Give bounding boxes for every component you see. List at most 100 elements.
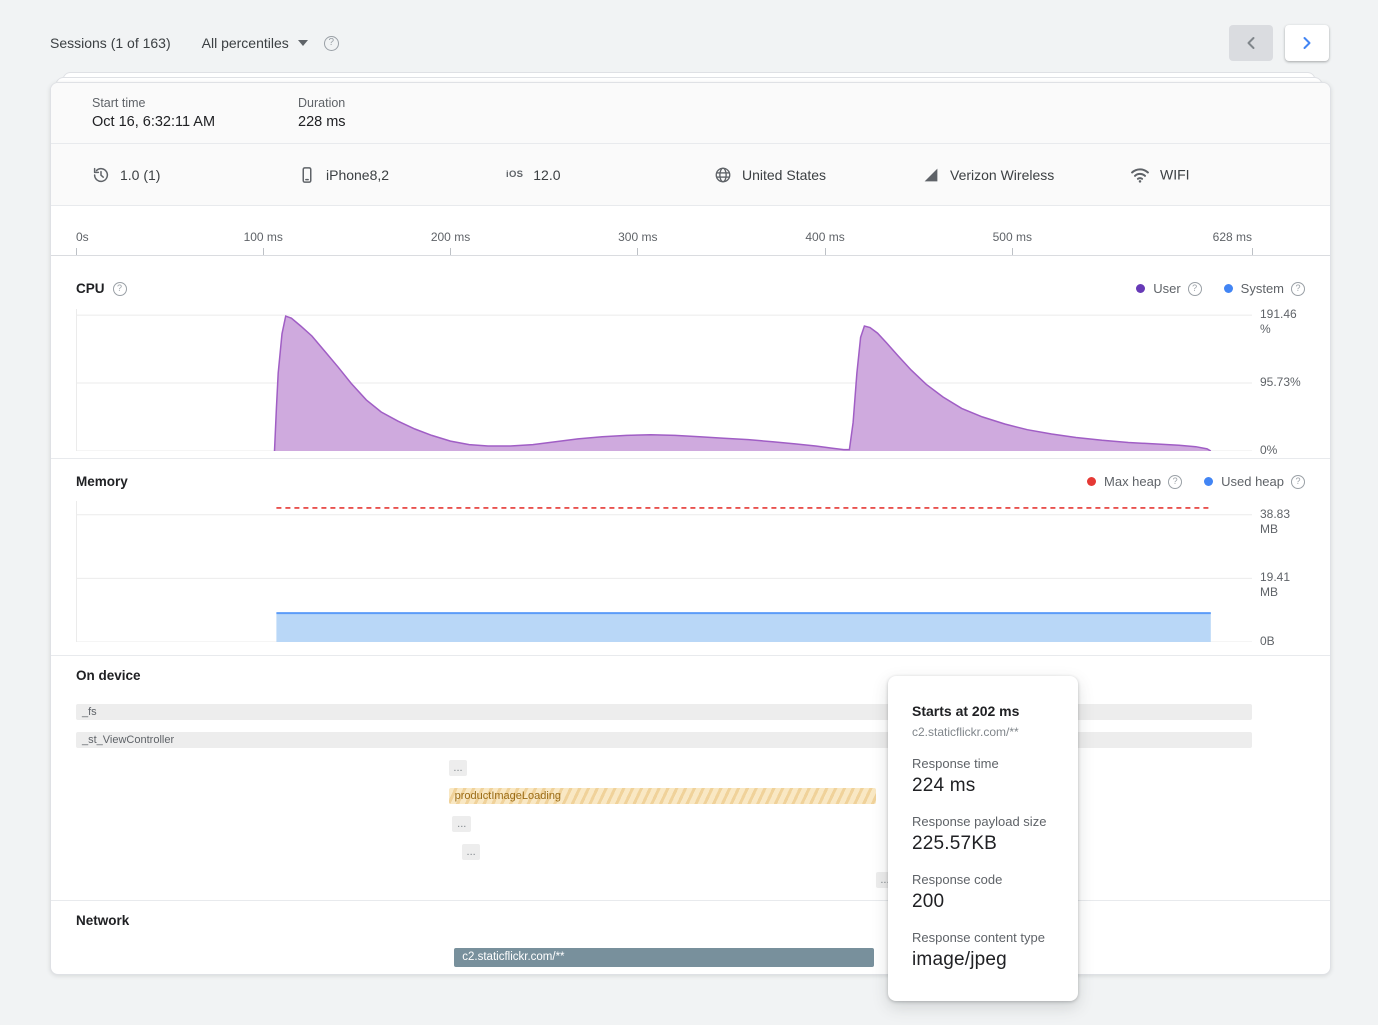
timeline-tick-label: 500 ms: [993, 230, 1032, 244]
memory-chart[interactable]: [76, 501, 1252, 642]
system-legend-dot: [1224, 284, 1233, 293]
timeline-tick-mark: [825, 248, 826, 255]
chevron-right-icon: [1297, 33, 1317, 53]
device-model-label: iPhone8,2: [326, 167, 389, 183]
y-axis-label: 191.46 %: [1260, 307, 1304, 337]
max-heap-legend-dot: [1087, 477, 1096, 486]
connection-label: WIFI: [1160, 167, 1190, 183]
start-time-block: Start time Oct 16, 6:32:11 AM: [92, 96, 215, 130]
carrier-label: Verizon Wireless: [950, 167, 1054, 183]
cpu-legend: User ? System ?: [1136, 281, 1305, 296]
tooltip-row-label: Response payload size: [912, 814, 1054, 829]
cpu-user-help-icon[interactable]: ?: [1188, 282, 1202, 296]
trace-bar-collapsed[interactable]: ...: [449, 760, 468, 776]
timeline-tick-label: 628 ms: [1213, 230, 1252, 244]
session-header: Start time Oct 16, 6:32:11 AM Duration 2…: [51, 83, 1330, 144]
timeline-tick-mark: [637, 248, 638, 255]
y-axis-label: 19.41 MB: [1260, 570, 1304, 600]
cpu-section: CPU ? User ? System ? 191.46 %95.73%0%: [51, 256, 1330, 459]
duration-label: Duration: [298, 96, 346, 110]
user-legend-label: User: [1153, 281, 1180, 296]
duration-block: Duration 228 ms: [298, 96, 346, 130]
timeline-tick-mark: [76, 248, 77, 255]
timeline-ruler-track: 0s 100 ms 200 ms 300 ms 400 ms 500 ms 628 ms: [76, 206, 1252, 255]
system-legend-label: System: [1241, 281, 1284, 296]
device-model: iPhone8,2: [298, 166, 389, 184]
next-session-button[interactable]: [1285, 25, 1329, 61]
os-version-label: 12.0: [533, 167, 560, 183]
carrier: Verizon Wireless: [922, 166, 1054, 184]
os-version: iOS 12.0: [506, 167, 561, 183]
timeline-tick-mark: [450, 248, 451, 255]
memory-section-title: Memory: [76, 474, 128, 489]
connection-type: WIFI: [1130, 166, 1190, 183]
cpu-system-help-icon[interactable]: ?: [1291, 282, 1305, 296]
percentiles-dropdown[interactable]: All percentiles: [202, 35, 308, 51]
trace-bar-productImageLoading[interactable]: productImageLoading: [449, 788, 876, 804]
wifi-icon: [1130, 166, 1150, 183]
cpu-y-axis: 191.46 %95.73%0%: [1260, 309, 1320, 451]
used-heap-legend-label: Used heap: [1221, 474, 1284, 489]
session-card: Start time Oct 16, 6:32:11 AM Duration 2…: [50, 82, 1331, 975]
timeline-tick-mark: [263, 248, 264, 255]
request-tooltip: Starts at 202 ms c2.staticflickr.com/** …: [888, 676, 1078, 1001]
y-axis-label: 95.73%: [1260, 375, 1304, 390]
tooltip-row-value: 200: [912, 891, 1054, 913]
tooltip-row-value: 225.57KB: [912, 833, 1054, 855]
country: United States: [714, 166, 826, 184]
percentiles-dropdown-label: All percentiles: [202, 35, 289, 51]
y-axis-label: 38.83 MB: [1260, 507, 1304, 537]
cpu-help-icon[interactable]: ?: [113, 282, 127, 296]
on-device-section: On device _fs_st_ViewController...produc…: [51, 656, 1330, 901]
cpu-chart[interactable]: [76, 309, 1252, 451]
used-heap-help-icon[interactable]: ?: [1291, 475, 1305, 489]
memory-legend: Max heap ? Used heap ?: [1087, 474, 1305, 489]
trace-bar-collapsed[interactable]: ...: [462, 844, 481, 860]
network-section: Network c2.staticflickr.com/**: [51, 901, 1330, 975]
country-label: United States: [742, 167, 826, 183]
y-axis-label: 0B: [1260, 634, 1304, 649]
used-heap-legend-dot: [1204, 477, 1213, 486]
timeline-tick-label: 0s: [76, 230, 89, 244]
max-heap-legend-label: Max heap: [1104, 474, 1161, 489]
sessions-count-label: Sessions (1 of 163): [50, 35, 171, 51]
prev-session-button[interactable]: [1229, 25, 1273, 61]
tooltip-title: Starts at 202 ms: [912, 703, 1054, 719]
app-version: 1.0 (1): [92, 166, 160, 184]
tooltip-row-value: 224 ms: [912, 775, 1054, 797]
timeline-tick-label: 300 ms: [618, 230, 657, 244]
chevron-down-icon: [298, 40, 308, 46]
phone-icon: [298, 166, 316, 184]
device-attributes-row: 1.0 (1) iPhone8,2 iOS 12.0 United States…: [51, 144, 1330, 206]
user-legend-dot: [1136, 284, 1145, 293]
network-request-bar[interactable]: c2.staticflickr.com/**: [454, 948, 873, 967]
max-heap-help-icon[interactable]: ?: [1168, 475, 1182, 489]
timeline-ruler: 0s 100 ms 200 ms 300 ms 400 ms 500 ms 628 ms: [51, 206, 1330, 256]
tooltip-url: c2.staticflickr.com/**: [912, 725, 1054, 739]
tooltip-row-value: image/jpeg: [912, 949, 1054, 971]
tooltip-row-label: Response code: [912, 872, 1054, 887]
timeline-tick-mark: [1012, 248, 1013, 255]
timeline-tick-label: 400 ms: [805, 230, 844, 244]
ios-icon: iOS: [506, 169, 523, 180]
session-nav: [1229, 25, 1329, 61]
timeline-tick-label: 100 ms: [244, 230, 283, 244]
app-version-icon: [92, 166, 110, 184]
start-time-label: Start time: [92, 96, 215, 110]
duration-value: 228 ms: [298, 114, 346, 130]
timeline-tick-label: 200 ms: [431, 230, 470, 244]
tooltip-rows: Response time 224 ms Response payload size…: [912, 756, 1054, 971]
tooltip-row-label: Response time: [912, 756, 1054, 771]
app-version-label: 1.0 (1): [120, 167, 160, 183]
cell-signal-icon: [922, 166, 940, 184]
memory-section: Memory Max heap ? Used heap ? 38.83 MB 19…: [51, 459, 1330, 656]
timeline-tick-mark: [1252, 248, 1253, 255]
tooltip-row-label: Response content type: [912, 930, 1054, 945]
sessions-help-icon[interactable]: ?: [324, 36, 339, 51]
toolbar: Sessions (1 of 163) All percentiles ?: [50, 20, 1329, 66]
memory-y-axis: 38.83 MB19.41 MB0B: [1260, 501, 1320, 642]
globe-icon: [714, 166, 732, 184]
start-time-value: Oct 16, 6:32:11 AM: [92, 114, 215, 130]
trace-bar-collapsed[interactable]: ...: [452, 816, 471, 832]
cpu-section-title: CPU: [76, 281, 105, 296]
